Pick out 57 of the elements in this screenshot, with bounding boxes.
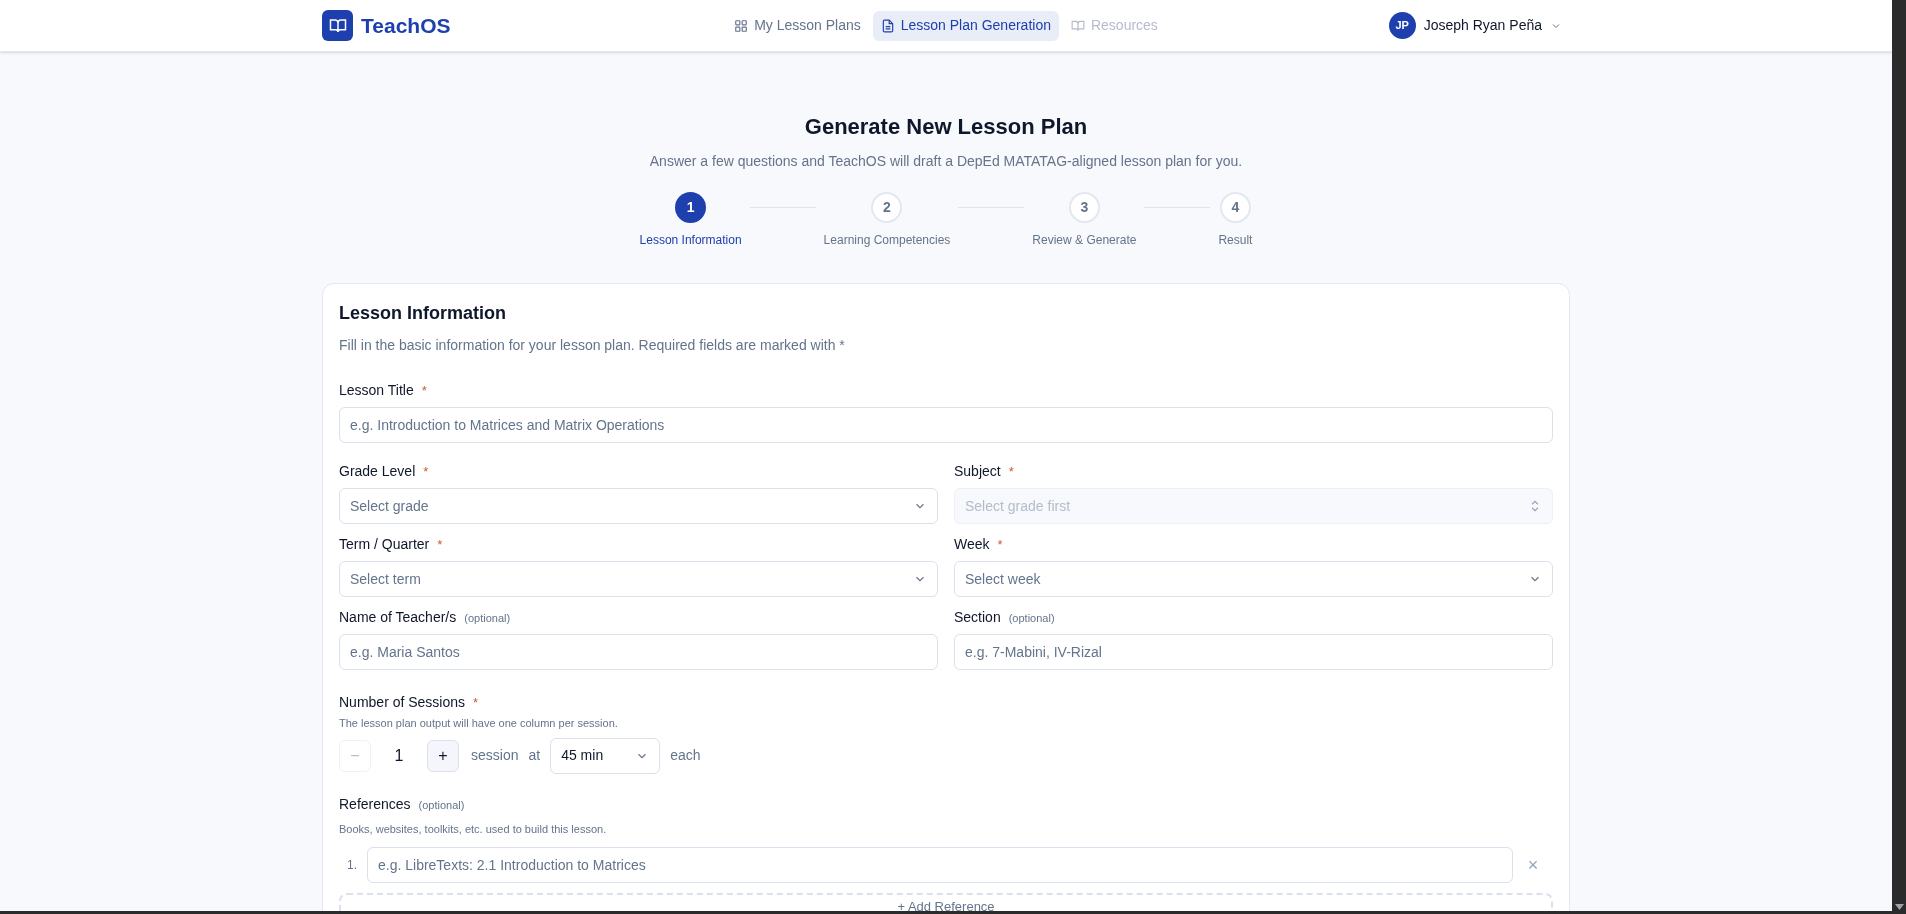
field-label: References (339, 794, 411, 814)
card-title: Lesson Information (339, 302, 507, 325)
unit-label: at (528, 746, 541, 765)
field-label: Name of Teacher/s (339, 608, 457, 627)
step-number[interactable]: 2 (871, 192, 903, 223)
step-number[interactable]: 3 (1068, 192, 1100, 223)
brand-name[interactable]: TeachOS (361, 9, 451, 42)
required-mark: * (473, 694, 479, 712)
select-field[interactable]: Select week (954, 561, 1553, 597)
step-number[interactable]: 1 (675, 192, 707, 223)
duration-select[interactable]: 45 min (550, 737, 661, 774)
select-field[interactable]: Select grade (339, 488, 938, 524)
required-mark: * (421, 382, 427, 400)
field-label: Subject (954, 462, 1001, 481)
session-count: 1 (393, 745, 405, 766)
page-title: Generate New Lesson Plan (804, 113, 1088, 141)
input-field[interactable]: e.g. Maria Santos (339, 634, 938, 670)
step-label: Learning Competencies (823, 232, 951, 249)
step-label: Review & Generate (1032, 232, 1137, 249)
scrollbar[interactable] (1892, 0, 1906, 914)
remove-button[interactable]: × (1513, 851, 1553, 879)
unit-label: each (670, 746, 701, 765)
input-field[interactable]: e.g. Introduction to Matrices and Matrix Operations (339, 407, 1553, 443)
optional-note: (optional) (418, 797, 465, 813)
reference-number: 1. (346, 857, 358, 874)
grid-icon (734, 18, 749, 33)
nav-tab[interactable]: Lesson Plan Generation (872, 10, 1059, 41)
card-description: Fill in the basic information for your lesson plan. Required fields are marked with * (339, 336, 846, 355)
step-number[interactable]: 4 (1219, 192, 1251, 223)
field-label: Section (954, 608, 1001, 627)
field-label: Term / Quarter (339, 535, 430, 554)
input-field[interactable]: e.g. 7-Mabini, IV-Rizal (954, 634, 1553, 670)
step-label: Result (1218, 232, 1253, 249)
logo-icon (322, 10, 353, 41)
optional-note: (optional) (464, 611, 511, 626)
optional-note: (optional) (1008, 611, 1055, 626)
field-label: Lesson Title (339, 381, 414, 400)
help-text: Books, websites, toolkits, etc. used to build this lesson. (339, 821, 608, 837)
plus-button[interactable]: + (427, 739, 459, 772)
field-label: Grade Level (339, 462, 416, 481)
nav-tab[interactable]: My Lesson Plans (726, 10, 869, 41)
select-field[interactable]: Select term (339, 561, 938, 597)
required-mark: * (423, 463, 429, 481)
input-field[interactable]: e.g. LibreTexts: 2.1 Introduction to Matrices (367, 847, 1513, 883)
scroll-down-icon[interactable] (1894, 904, 1904, 910)
required-mark: * (437, 536, 443, 554)
field-label: Number of Sessions (339, 693, 466, 712)
page-subtitle: Answer a few questions and TeachOS will draft a DepEd MATATAG-aligned lesson plan for you. (649, 152, 1243, 171)
required-mark: * (1008, 463, 1014, 481)
step-label: Lesson Information (639, 232, 742, 249)
user-menu[interactable]: JP Joseph Ryan Peña (1388, 12, 1562, 39)
book-icon (1070, 18, 1085, 33)
field-label: Week (954, 535, 990, 554)
document-icon (880, 18, 895, 33)
help-text: The lesson plan output will have one column per session. (339, 716, 619, 731)
required-mark: * (997, 536, 1003, 554)
unit-label: session (471, 746, 519, 765)
